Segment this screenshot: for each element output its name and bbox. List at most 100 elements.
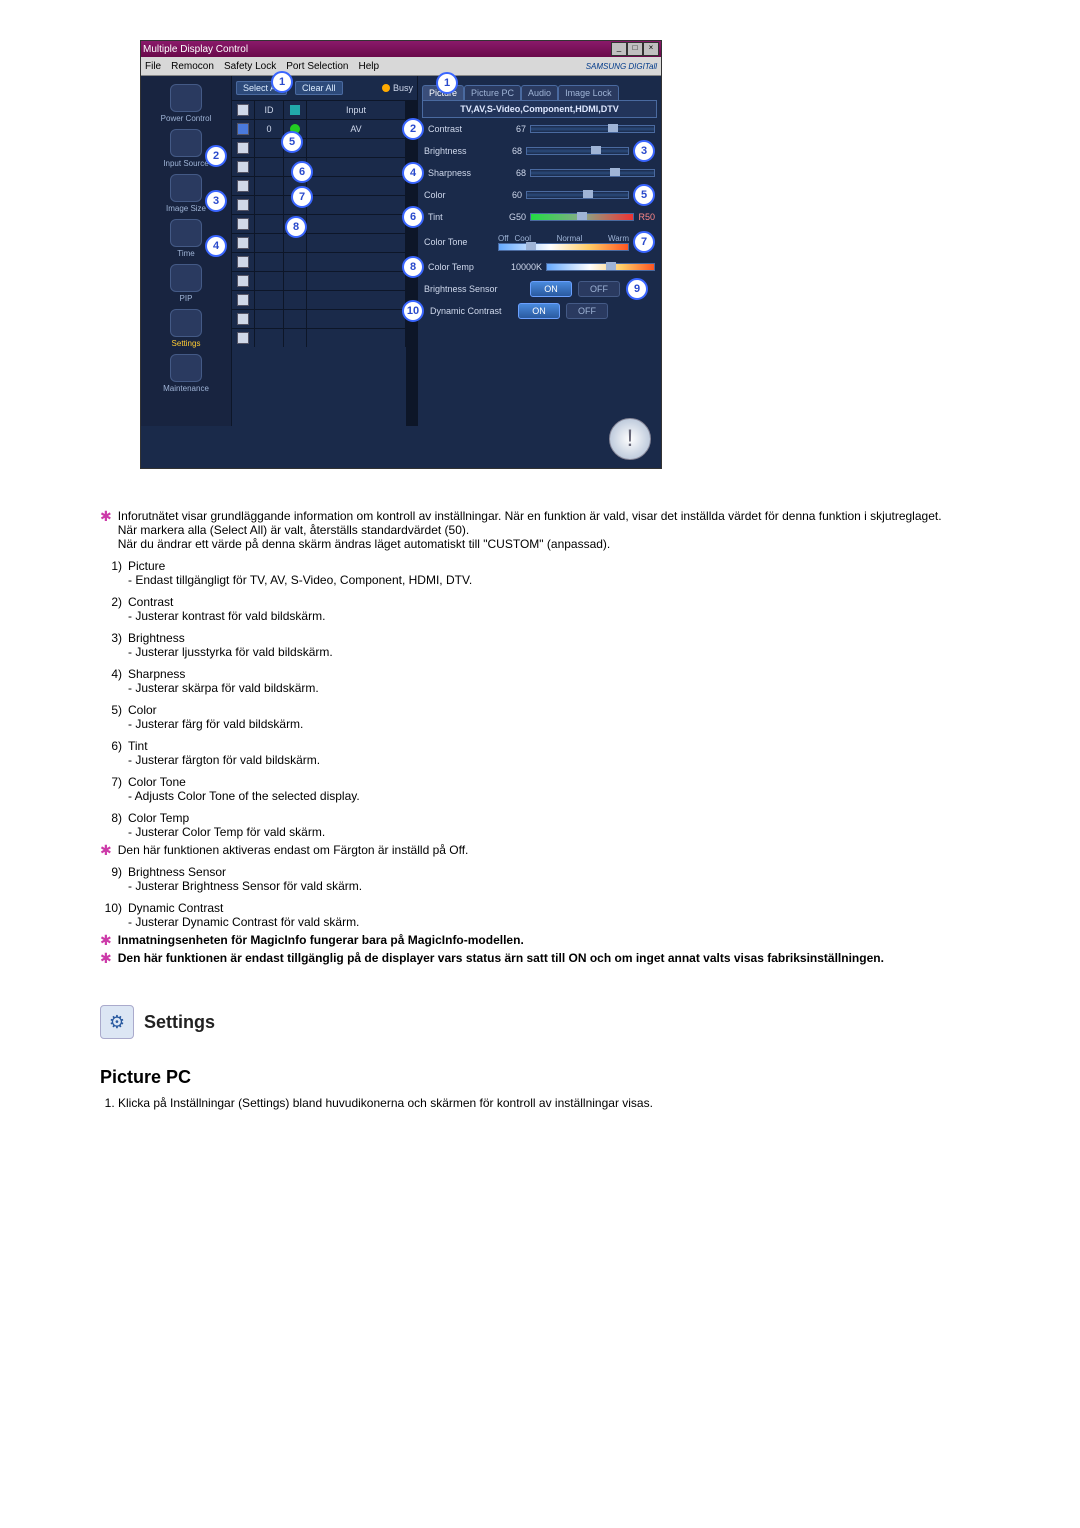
item-number: 5) [100,703,122,717]
note-text: Inmatningsenheten för MagicInfo fungerar… [118,933,524,947]
numbered-item: 6)Tint [100,739,980,753]
callout-6: 6 [402,206,424,228]
contrast-slider[interactable] [530,125,655,133]
maximize-button[interactable]: □ [627,42,643,56]
brightness-sensor-off[interactable]: OFF [578,281,620,297]
table-row[interactable]: 0 AV [232,119,406,138]
note-text: Den här funktionen är endast tillgänglig… [118,951,884,965]
table-row[interactable] [232,195,406,214]
settings-panel: 1 Picture Picture PC Audio Image Lock TV… [418,76,661,426]
tab-picturepc[interactable]: Picture PC [464,85,521,100]
busy-indicator: Busy [382,83,413,93]
table-row[interactable] [232,271,406,290]
item-number: 10) [100,901,122,915]
menu-safetylock[interactable]: Safety Lock [224,61,276,72]
row-checkbox[interactable] [237,142,249,154]
row-checkbox[interactable] [237,275,249,287]
callout-2a: 2 [205,145,227,167]
row-checkbox[interactable] [237,123,249,135]
slider-brightness: Brightness 68 3 [422,140,657,162]
row-checkbox[interactable] [237,161,249,173]
brightness-sensor-on[interactable]: ON [530,281,572,297]
brand-label: SAMSUNG DIGITall [586,62,657,71]
row-checkbox[interactable] [237,332,249,344]
sidebar-item-maintenance[interactable]: Maintenance [147,352,225,395]
sidebar-item-pip[interactable]: PIP [147,262,225,305]
dynamic-contrast-off[interactable]: OFF [566,303,608,319]
power-icon [170,84,202,112]
note-text: Inforutnätet visar grundläggande informa… [118,509,942,523]
callout-7a: 7 [291,186,313,208]
brightness-sensor-row: Brightness Sensor ON OFF 9 [422,278,657,300]
star-icon: ✱ [100,843,112,857]
callout-3a: 3 [205,190,227,212]
tint-slider[interactable] [530,213,634,221]
busy-icon [382,84,390,92]
star-icon: ✱ [100,933,112,947]
tab-imagelock[interactable]: Image Lock [558,85,619,100]
note-text: Den här funktionen aktiveras endast om F… [118,843,469,857]
color-slider[interactable] [526,191,629,199]
tab-audio[interactable]: Audio [521,85,558,100]
item-title: Dynamic Contrast [128,901,223,915]
sidebar-item-power[interactable]: Power Control [147,82,225,125]
time-icon [170,219,202,247]
dynamic-contrast-on[interactable]: ON [518,303,560,319]
table-row[interactable] [232,233,406,252]
colortemp-slider[interactable] [546,263,655,271]
sidebar-item-input[interactable]: Input Source 2 [147,127,225,170]
callout-6a: 6 [291,161,313,183]
row-checkbox[interactable] [237,313,249,325]
item-number: 9) [100,865,122,879]
table-row[interactable] [232,328,406,347]
clear-all-button[interactable]: Clear All [295,81,343,95]
menu-remocon[interactable]: Remocon [171,61,214,72]
item-desc: - Justerar skärpa för vald bildskärm. [128,681,980,695]
item-title: Contrast [128,595,173,609]
numbered-item: 7)Color Tone [100,775,980,789]
numbered-item: 2)Contrast [100,595,980,609]
item-desc: - Justerar färg för vald bildskärm. [128,717,980,731]
menu-portselection[interactable]: Port Selection [286,61,348,72]
numbered-item: 9)Brightness Sensor [100,865,980,879]
input-icon [170,129,202,157]
sidebar-item-time[interactable]: Time 4 [147,217,225,260]
note-text: När du ändrar ett värde på denna skärm ä… [118,537,942,551]
table-row[interactable] [232,290,406,309]
row-checkbox[interactable] [237,199,249,211]
colortone-slider[interactable] [498,243,629,251]
row-checkbox[interactable] [237,180,249,192]
item-number: 6) [100,739,122,753]
menu-file[interactable]: File [145,61,161,72]
sharpness-slider[interactable] [530,169,655,177]
table-row[interactable] [232,157,406,176]
close-button[interactable]: × [643,42,659,56]
numbered-item: 8)Color Temp [100,811,980,825]
sidebar: Power Control Input Source 2 Image Size … [141,76,231,426]
callout-8a: 8 [285,216,307,238]
sidebar-item-settings[interactable]: Settings [147,307,225,350]
row-checkbox[interactable] [237,256,249,268]
callout-1b: 1 [436,72,458,94]
sidebar-item-image[interactable]: Image Size 3 [147,172,225,215]
row-checkbox[interactable] [237,237,249,249]
menu-help[interactable]: Help [358,61,379,72]
table-row[interactable] [232,309,406,328]
titlebar: Multiple Display Control _ □ × [141,41,661,57]
row-checkbox[interactable] [237,294,249,306]
minimize-button[interactable]: _ [611,42,627,56]
pip-icon [170,264,202,292]
item-desc: - Justerar Brightness Sensor för vald sk… [128,879,980,893]
warning-icon: ! [609,418,651,460]
star-icon: ✱ [100,509,112,551]
table-row[interactable] [232,138,406,157]
table-row[interactable] [232,214,406,233]
item-desc: - Justerar ljusstyrka för vald bildskärm… [128,645,980,659]
callout-5: 5 [633,184,655,206]
header-checkbox[interactable]: ✓ [237,104,249,116]
table-row[interactable] [232,252,406,271]
row-checkbox[interactable] [237,218,249,230]
brightness-slider[interactable] [526,147,629,155]
table-row[interactable] [232,176,406,195]
callout-1: 1 [271,71,293,93]
